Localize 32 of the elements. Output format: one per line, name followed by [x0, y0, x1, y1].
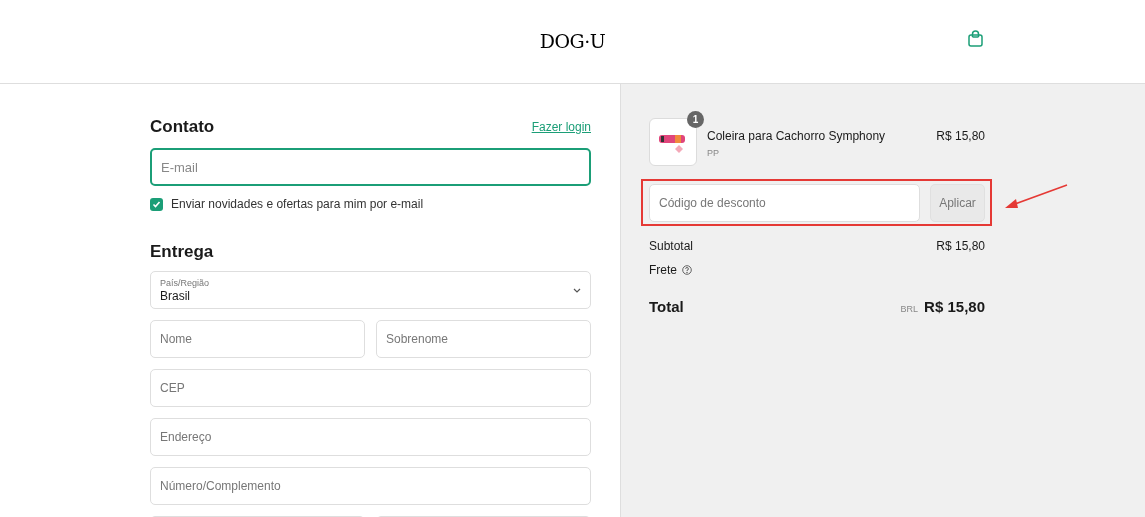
- currency-code: BRL: [900, 303, 919, 316]
- product-price: R$ 15,80: [936, 128, 985, 145]
- subtotal-value: R$ 15,80: [936, 238, 985, 255]
- help-icon[interactable]: [682, 265, 692, 275]
- shipping-label: Frete: [649, 262, 677, 279]
- product-name: Coleira para Cachorro Symphony: [707, 128, 887, 145]
- product-variant: PP: [707, 147, 720, 160]
- login-link[interactable]: Fazer login: [531, 118, 591, 136]
- total-value: R$ 15,80: [924, 297, 985, 317]
- email-field[interactable]: E-mail: [150, 148, 591, 186]
- discount-code-field[interactable]: Código de desconto: [649, 184, 920, 222]
- text-field[interactable]: Sobrenome: [376, 320, 591, 358]
- chevron-down-icon: [573, 287, 581, 293]
- section-heading: Entrega: [150, 241, 215, 263]
- text-field[interactable]: CEP: [150, 369, 591, 407]
- quantity-badge: 1: [687, 111, 704, 128]
- annotation-arrow: [1004, 184, 1068, 211]
- text-field[interactable]: Número/Complemento: [150, 467, 591, 505]
- field-label: País/Região: [160, 277, 210, 290]
- field-value: Brasil: [160, 290, 191, 303]
- country-select[interactable]: País/Região Brasil: [150, 271, 591, 309]
- brand-logo[interactable]: DOG·U: [539, 27, 606, 56]
- checkmark-icon: [152, 199, 161, 209]
- checkbox-label: Enviar novidades e ofertas para mim por e-mail: [171, 196, 424, 213]
- apply-button[interactable]: Aplicar: [930, 184, 985, 222]
- subtotal-label: Subtotal: [649, 238, 694, 255]
- total-label: Total: [649, 297, 684, 317]
- text-field[interactable]: Nome: [150, 320, 365, 358]
- newsletter-checkbox[interactable]: [150, 197, 163, 211]
- section-heading: Contato: [150, 116, 215, 139]
- text-field[interactable]: Endereço: [150, 418, 591, 456]
- shopping-bag-icon[interactable]: [968, 30, 983, 47]
